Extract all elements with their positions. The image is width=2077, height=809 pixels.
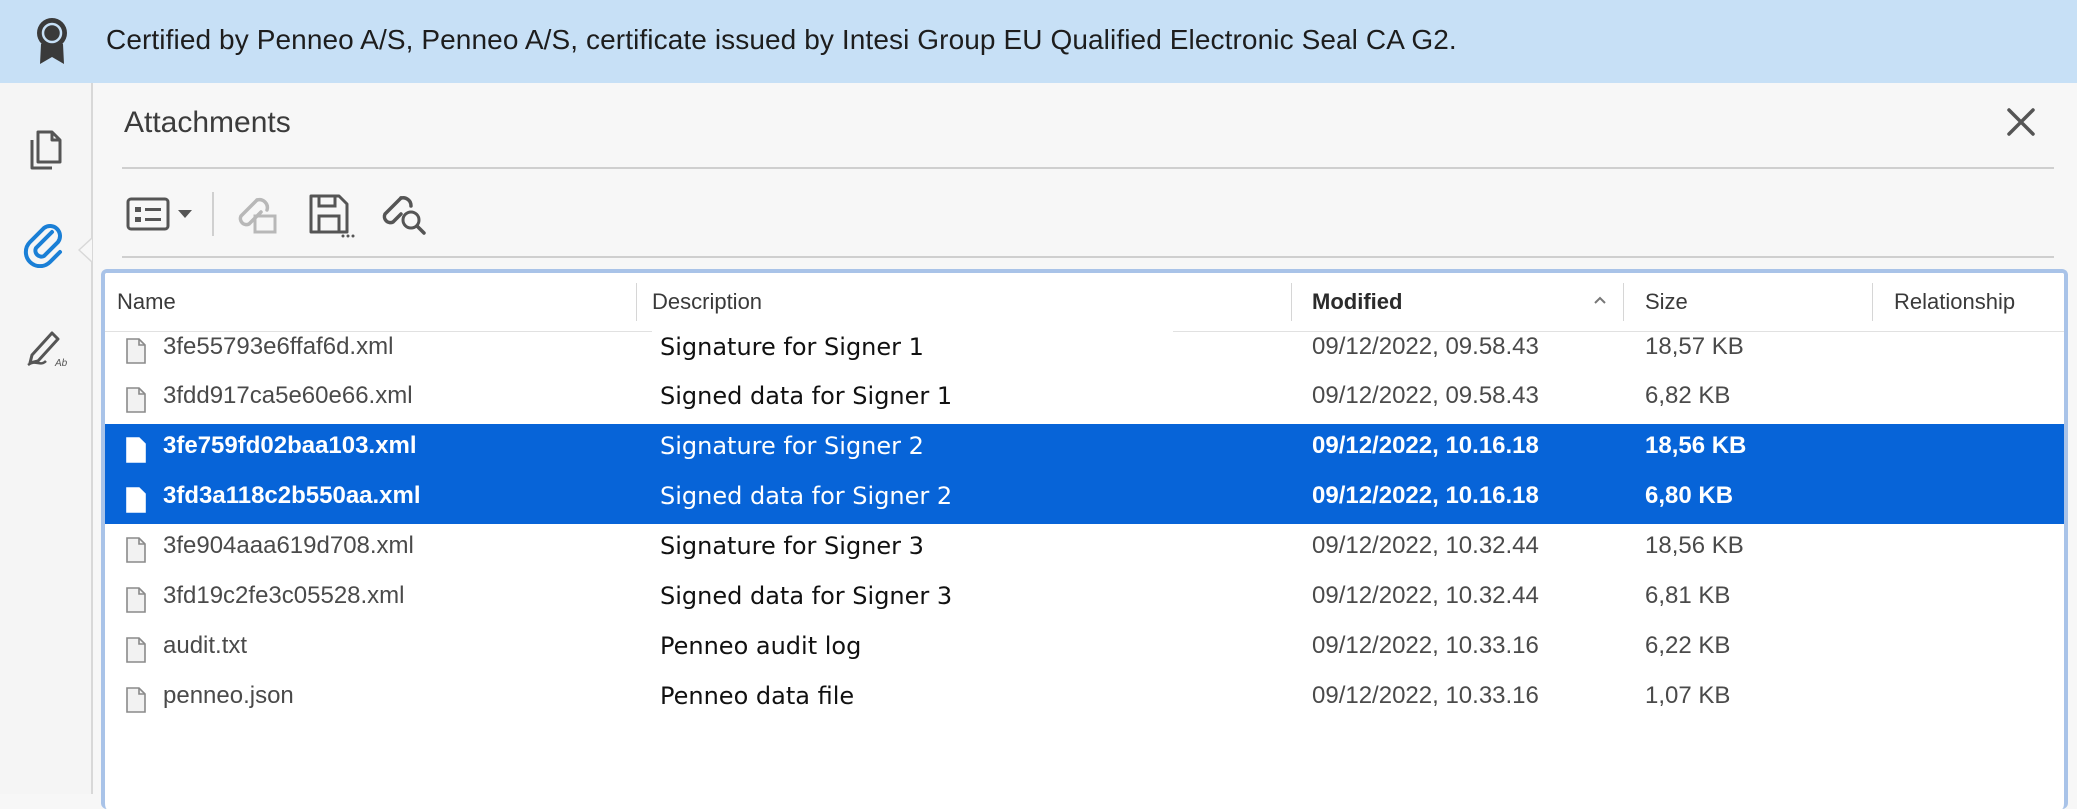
file-modified: 09/12/2022, 10.33.16 <box>1312 682 1539 709</box>
sort-ascending-icon <box>1594 296 1606 304</box>
file-modified: 09/12/2022, 10.32.44 <box>1312 532 1539 559</box>
table-row[interactable]: 3fdd917ca5e60e66.xml Signed data for Sign… <box>105 374 2064 424</box>
table-row[interactable]: 3fd19c2fe3c05528.xml Signed data for Sign… <box>105 574 2064 624</box>
toolbar-divider <box>122 256 2054 258</box>
file-modified: 09/12/2022, 10.16.18 <box>1312 482 1539 509</box>
search-attachment-button[interactable] <box>372 186 436 242</box>
column-header-name[interactable]: Name <box>105 273 635 331</box>
file-description: Signature for Signer 3 <box>652 524 1173 574</box>
panel-title: Attachments <box>124 106 291 139</box>
file-size: 18,56 KB <box>1645 532 1744 559</box>
file-description: Penneo data file <box>652 674 1173 724</box>
column-header-relationship[interactable]: Relationship <box>1882 273 2062 331</box>
file-modified: 09/12/2022, 09.58.43 <box>1312 382 1539 409</box>
table-row[interactable]: 3fe904aaa619d708.xml Signature for Signer… <box>105 524 2064 574</box>
file-description: Penneo audit log <box>652 624 1173 674</box>
add-attachment-button[interactable] <box>226 186 286 242</box>
file-modified: 09/12/2022, 10.16.18 <box>1312 432 1539 459</box>
paperclip-icon[interactable] <box>22 220 70 268</box>
document-icon <box>126 487 146 513</box>
file-name: penneo.json <box>163 682 294 709</box>
toolbar-separator <box>212 192 214 236</box>
column-divider[interactable] <box>636 283 637 321</box>
table-header: Name Description Modified Size Relations… <box>105 273 2064 332</box>
file-description: Signature for Signer 2 <box>660 432 924 460</box>
column-divider[interactable] <box>1872 283 1873 321</box>
file-size: 6,22 KB <box>1645 632 1731 659</box>
table-row[interactable]: 3fe759fd02baa103.xml Signature for Signer… <box>105 424 2064 474</box>
file-size: 6,82 KB <box>1645 382 1731 409</box>
document-icon <box>126 687 146 713</box>
file-size: 6,80 KB <box>1645 482 1734 509</box>
file-name: 3fd19c2fe3c05528.xml <box>163 582 405 609</box>
file-name: 3fe55793e6ffaf6d.xml <box>163 333 394 360</box>
document-icon <box>126 637 146 663</box>
column-divider[interactable] <box>1291 283 1292 321</box>
file-description: Signature for Signer 1 <box>652 325 1173 375</box>
table-row[interactable]: 3fd3a118c2b550aa.xml Signed data for Sign… <box>105 474 2064 524</box>
header-divider <box>122 167 2054 169</box>
signature-pen-icon[interactable]: Ab <box>22 321 70 369</box>
table-row[interactable]: penneo.json Penneo data file 09/12/2022, 1… <box>105 674 2064 724</box>
options-menu-icon <box>126 197 192 231</box>
file-name: audit.txt <box>163 632 248 659</box>
column-divider[interactable] <box>1623 283 1624 321</box>
file-name: 3fdd917ca5e60e66.xml <box>163 382 413 409</box>
file-size: 18,57 KB <box>1645 333 1744 360</box>
document-icon <box>126 587 146 613</box>
file-description: Signed data for Signer 2 <box>660 482 953 510</box>
save-attachment-button[interactable] <box>300 186 360 242</box>
attachments-table: Name Description Modified Size Relations… <box>101 269 2068 809</box>
search-attachment-icon <box>382 196 426 235</box>
document-icon <box>126 437 146 463</box>
file-modified: 09/12/2022, 09.58.43 <box>1312 333 1539 360</box>
file-name: 3fe904aaa619d708.xml <box>163 532 414 559</box>
seal-ribbon-icon <box>37 18 67 64</box>
file-modified: 09/12/2022, 10.32.44 <box>1312 582 1539 609</box>
column-header-modified[interactable]: Modified <box>1300 273 1600 331</box>
certification-banner: Certified by Penneo A/S, Penneo A/S, cer… <box>0 0 2077 83</box>
file-name: 3fd3a118c2b550aa.xml <box>163 482 421 509</box>
close-icon[interactable] <box>2003 104 2039 140</box>
options-menu-button[interactable] <box>122 186 202 242</box>
file-size: 1,07 KB <box>1645 682 1731 709</box>
svg-text:Ab: Ab <box>54 358 68 369</box>
file-description: Signed data for Signer 3 <box>652 574 1173 624</box>
active-tab-indicator <box>78 237 92 263</box>
document-icon <box>126 537 146 563</box>
add-attachment-icon <box>238 197 277 234</box>
file-size: 18,56 KB <box>1645 432 1747 459</box>
document-icon <box>126 387 146 413</box>
file-description: Signed data for Signer 1 <box>652 374 1173 424</box>
file-name: 3fe759fd02baa103.xml <box>163 432 417 459</box>
table-row[interactable]: audit.txt Penneo audit log 09/12/2022, 10.… <box>105 624 2064 674</box>
document-icon <box>126 338 146 364</box>
file-size: 6,81 KB <box>1645 582 1731 609</box>
column-header-description[interactable]: Description <box>640 273 1170 331</box>
table-row[interactable]: 3fe55793e6ffaf6d.xml Signature for Signer… <box>105 325 2064 375</box>
save-attachment-icon <box>309 194 355 238</box>
column-header-size[interactable]: Size <box>1633 273 1853 331</box>
navigation-rail: Ab <box>0 83 93 794</box>
certification-text: Certified by Penneo A/S, Penneo A/S, cer… <box>106 24 1457 55</box>
pages-icon[interactable] <box>22 126 70 174</box>
file-modified: 09/12/2022, 10.33.16 <box>1312 632 1539 659</box>
